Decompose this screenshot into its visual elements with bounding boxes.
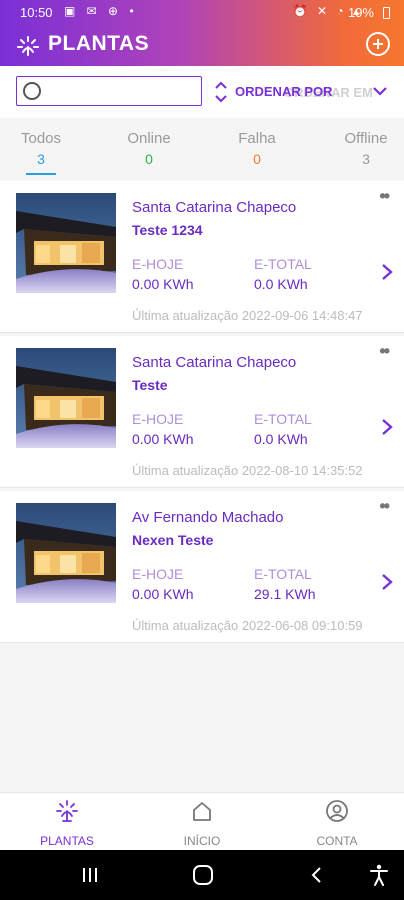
plant-thumbnail xyxy=(16,193,116,293)
back-icon[interactable] xyxy=(307,865,327,885)
active-tab-indicator xyxy=(26,173,56,175)
plant-card[interactable]: •• Av Fernando Machado Nexen Teste E-HOJE E-… xyxy=(0,491,404,643)
nav-label: INÍCIO xyxy=(183,834,221,848)
home-button-icon[interactable] xyxy=(193,865,213,885)
tab-count: 3 xyxy=(362,151,370,167)
more-options-icon[interactable]: •• xyxy=(379,497,390,515)
sort-button[interactable]: ORDENAR POR xyxy=(235,84,333,99)
plant-name: Santa Catarina Chapeco xyxy=(132,354,297,371)
system-navigation-bar xyxy=(0,850,404,900)
tab-online[interactable]: Online 0 xyxy=(122,130,176,167)
tab-count: 0 xyxy=(145,151,153,167)
e-total-label: E-TOTAL xyxy=(254,566,312,582)
tab-label: Falha xyxy=(238,130,276,147)
tab-label: Todos xyxy=(20,130,62,147)
sort-icon[interactable] xyxy=(213,79,229,105)
e-today-label: E-HOJE xyxy=(132,411,184,427)
plant-card[interactable]: •• Santa Catarina Chapeco Teste E-HOJE E-TOT… xyxy=(0,336,404,488)
status-bar: 10:50 ▣ ✉ ⊕ • ⏰ ✕ ◔ ▴ 19% xyxy=(0,0,404,26)
plant-thumbnail xyxy=(16,348,116,448)
tab-todos[interactable]: Todos 3 xyxy=(18,130,64,167)
plant-name: Av Fernando Machado xyxy=(132,509,284,526)
add-plant-button[interactable] xyxy=(366,32,390,56)
last-updated: Última atualização 2022-08-10 14:35:52 xyxy=(132,463,363,478)
e-today-value: 0.00 KWh xyxy=(132,276,194,292)
chevron-right-icon[interactable] xyxy=(380,263,394,281)
more-options-icon[interactable]: •• xyxy=(379,187,390,205)
more-options-icon[interactable]: •• xyxy=(379,342,390,360)
plant-sun-icon xyxy=(56,800,78,822)
search-sort-bar: ORDENAR EM ORDENAR POR xyxy=(0,66,404,118)
plant-thumbnail xyxy=(16,503,116,603)
chevron-right-icon[interactable] xyxy=(380,418,394,436)
e-today-value: 0.00 KWh xyxy=(132,586,194,602)
last-updated: Última atualização 2022-09-06 14:48:47 xyxy=(132,308,363,323)
status-filter-tabs: Todos 3 Online 0 Falha 0 Offline 3 xyxy=(0,118,404,180)
tab-count: 0 xyxy=(253,151,261,167)
e-total-value: 0.0 KWh xyxy=(254,276,308,292)
chevron-down-icon[interactable] xyxy=(372,83,388,99)
e-total-label: E-TOTAL xyxy=(254,411,312,427)
app-header: 10:50 ▣ ✉ ⊕ • ⏰ ✕ ◔ ▴ 19% PLANTAS xyxy=(0,0,404,66)
tab-offline[interactable]: Offline 3 xyxy=(338,130,394,167)
top-bar: PLANTAS xyxy=(0,26,404,66)
plant-card[interactable]: •• Santa Catarina Chapeco Teste 1234 E-HOJE… xyxy=(0,181,404,333)
plant-sun-icon xyxy=(17,36,39,56)
status-time: 10:50 xyxy=(20,5,53,20)
plant-subtitle: Nexen Teste xyxy=(132,532,214,548)
battery-percent: 19% xyxy=(347,5,374,20)
battery-icon xyxy=(383,7,390,19)
bottom-navigation: PLANTAS INÍCIO CONTA xyxy=(0,792,404,850)
nav-label: PLANTAS xyxy=(40,834,94,848)
plant-name: Santa Catarina Chapeco xyxy=(132,199,297,216)
search-icon xyxy=(23,82,41,100)
nav-inicio[interactable]: INÍCIO xyxy=(157,799,247,848)
account-icon xyxy=(326,800,348,822)
nav-label: CONTA xyxy=(316,834,358,848)
e-today-label: E-HOJE xyxy=(132,256,184,272)
e-total-value: 0.0 KWh xyxy=(254,431,308,447)
plant-subtitle: Teste xyxy=(132,377,168,393)
tab-label: Online xyxy=(127,130,171,147)
tab-label: Offline xyxy=(344,130,388,147)
nav-plantas[interactable]: PLANTAS xyxy=(22,799,112,848)
home-icon xyxy=(193,802,211,821)
e-total-value: 29.1 KWh xyxy=(254,586,316,602)
tab-falha[interactable]: Falha 0 xyxy=(232,130,282,167)
search-box[interactable] xyxy=(16,76,202,106)
search-input[interactable] xyxy=(47,81,197,101)
last-updated: Última atualização 2022-06-08 09:10:59 xyxy=(132,618,363,633)
chevron-right-icon[interactable] xyxy=(380,573,394,591)
tab-count: 3 xyxy=(37,151,45,167)
e-today-value: 0.00 KWh xyxy=(132,431,194,447)
recent-apps-icon[interactable] xyxy=(80,867,100,883)
accessibility-icon[interactable] xyxy=(367,863,391,887)
e-today-label: E-HOJE xyxy=(132,566,184,582)
page-title: PLANTAS xyxy=(48,32,150,55)
nav-conta[interactable]: CONTA xyxy=(292,799,382,848)
notification-icons: ▣ ✉ ⊕ • xyxy=(64,4,138,18)
plant-subtitle: Teste 1234 xyxy=(132,222,203,238)
e-total-label: E-TOTAL xyxy=(254,256,312,272)
